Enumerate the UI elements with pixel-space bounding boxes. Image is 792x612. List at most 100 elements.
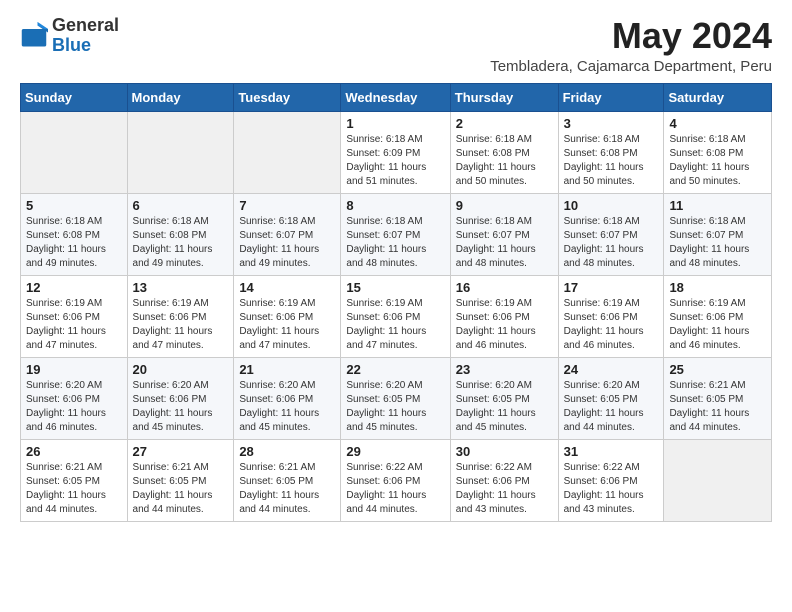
- day-info: Sunrise: 6:18 AM Sunset: 6:08 PM Dayligh…: [669, 133, 766, 189]
- calendar-cell: 1 Sunrise: 6:18 AM Sunset: 6:09 PM Daylig…: [341, 111, 450, 193]
- calendar-cell: 28 Sunrise: 6:21 AM Sunset: 6:05 PM Dayli…: [234, 439, 341, 521]
- calendar-cell: 5 Sunrise: 6:18 AM Sunset: 6:08 PM Daylig…: [21, 193, 128, 275]
- calendar-week-5: 26 Sunrise: 6:21 AM Sunset: 6:05 PM Dayli…: [21, 439, 772, 521]
- calendar-cell: 7Sunrise: 6:18 AM Sunset: 6:07 PM Daylig…: [234, 193, 341, 275]
- day-number: 12: [26, 280, 122, 295]
- calendar-cell: 23Sunrise: 6:20 AM Sunset: 6:05 PM Dayli…: [450, 357, 558, 439]
- calendar-cell: 26 Sunrise: 6:21 AM Sunset: 6:05 PM Dayli…: [21, 439, 128, 521]
- day-number: 7: [239, 198, 335, 213]
- day-number: 9: [456, 198, 553, 213]
- day-number: 16: [456, 280, 553, 295]
- day-number: 10: [564, 198, 659, 213]
- day-info: Sunrise: 6:19 AM Sunset: 6:06 PM Dayligh…: [239, 297, 335, 353]
- calendar-week-1: 1 Sunrise: 6:18 AM Sunset: 6:09 PM Daylig…: [21, 111, 772, 193]
- weekday-header-friday: Friday: [558, 83, 664, 111]
- weekday-header-saturday: Saturday: [664, 83, 772, 111]
- calendar-cell: [127, 111, 234, 193]
- day-info: Sunrise: 6:19 AM Sunset: 6:06 PM Dayligh…: [456, 297, 553, 353]
- weekday-header-sunday: Sunday: [21, 83, 128, 111]
- weekday-header-monday: Monday: [127, 83, 234, 111]
- day-info: Sunrise: 6:19 AM Sunset: 6:06 PM Dayligh…: [564, 297, 659, 353]
- day-number: 11: [669, 198, 766, 213]
- weekday-header-thursday: Thursday: [450, 83, 558, 111]
- day-number: 14: [239, 280, 335, 295]
- day-info: Sunrise: 6:19 AM Sunset: 6:06 PM Dayligh…: [26, 297, 122, 353]
- day-info: Sunrise: 6:22 AM Sunset: 6:06 PM Dayligh…: [564, 461, 659, 517]
- day-number: 15: [346, 280, 444, 295]
- day-info: Sunrise: 6:18 AM Sunset: 6:07 PM Dayligh…: [456, 215, 553, 271]
- day-number: 30: [456, 444, 553, 459]
- day-number: 4: [669, 116, 766, 131]
- day-info: Sunrise: 6:19 AM Sunset: 6:06 PM Dayligh…: [346, 297, 444, 353]
- day-number: 19: [26, 362, 122, 377]
- day-number: 29: [346, 444, 444, 459]
- day-number: 28: [239, 444, 335, 459]
- calendar-cell: 14 Sunrise: 6:19 AM Sunset: 6:06 PM Dayli…: [234, 275, 341, 357]
- day-number: 3: [564, 116, 659, 131]
- weekday-header-wednesday: Wednesday: [341, 83, 450, 111]
- calendar-cell: 8 Sunrise: 6:18 AM Sunset: 6:07 PM Daylig…: [341, 193, 450, 275]
- day-number: 2: [456, 116, 553, 131]
- day-info: Sunrise: 6:21 AM Sunset: 6:05 PM Dayligh…: [669, 379, 766, 435]
- day-number: 26: [26, 444, 122, 459]
- day-info: Sunrise: 6:18 AM Sunset: 6:07 PM Dayligh…: [346, 215, 444, 271]
- calendar-cell: 2Sunrise: 6:18 AM Sunset: 6:08 PM Daylig…: [450, 111, 558, 193]
- day-number: 17: [564, 280, 659, 295]
- calendar-cell: 31 Sunrise: 6:22 AM Sunset: 6:06 PM Dayli…: [558, 439, 664, 521]
- calendar-cell: 10Sunrise: 6:18 AM Sunset: 6:07 PM Dayli…: [558, 193, 664, 275]
- day-info: Sunrise: 6:18 AM Sunset: 6:08 PM Dayligh…: [133, 215, 229, 271]
- calendar-cell: 20Sunrise: 6:20 AM Sunset: 6:06 PM Dayli…: [127, 357, 234, 439]
- day-info: Sunrise: 6:19 AM Sunset: 6:06 PM Dayligh…: [133, 297, 229, 353]
- calendar-week-2: 5 Sunrise: 6:18 AM Sunset: 6:08 PM Daylig…: [21, 193, 772, 275]
- day-number: 5: [26, 198, 122, 213]
- calendar-cell: 27Sunrise: 6:21 AM Sunset: 6:05 PM Dayli…: [127, 439, 234, 521]
- calendar-cell: 15 Sunrise: 6:19 AM Sunset: 6:06 PM Dayli…: [341, 275, 450, 357]
- day-info: Sunrise: 6:18 AM Sunset: 6:09 PM Dayligh…: [346, 133, 444, 189]
- calendar-cell: 16 Sunrise: 6:19 AM Sunset: 6:06 PM Dayli…: [450, 275, 558, 357]
- calendar-cell: [664, 439, 772, 521]
- calendar-cell: 25 Sunrise: 6:21 AM Sunset: 6:05 PM Dayli…: [664, 357, 772, 439]
- day-info: Sunrise: 6:20 AM Sunset: 6:05 PM Dayligh…: [564, 379, 659, 435]
- day-info: Sunrise: 6:20 AM Sunset: 6:05 PM Dayligh…: [456, 379, 553, 435]
- logo-blue-text: Blue: [52, 36, 119, 56]
- day-number: 6: [133, 198, 229, 213]
- day-info: Sunrise: 6:18 AM Sunset: 6:07 PM Dayligh…: [669, 215, 766, 271]
- calendar-cell: 3Sunrise: 6:18 AM Sunset: 6:08 PM Daylig…: [558, 111, 664, 193]
- day-number: 24: [564, 362, 659, 377]
- day-info: Sunrise: 6:22 AM Sunset: 6:06 PM Dayligh…: [456, 461, 553, 517]
- day-info: Sunrise: 6:19 AM Sunset: 6:06 PM Dayligh…: [669, 297, 766, 353]
- logo-icon: [20, 22, 48, 50]
- day-number: 25: [669, 362, 766, 377]
- calendar-table: SundayMondayTuesdayWednesdayThursdayFrid…: [20, 83, 772, 522]
- calendar-cell: 30 Sunrise: 6:22 AM Sunset: 6:06 PM Dayli…: [450, 439, 558, 521]
- day-info: Sunrise: 6:21 AM Sunset: 6:05 PM Dayligh…: [239, 461, 335, 517]
- day-number: 8: [346, 198, 444, 213]
- day-number: 20: [133, 362, 229, 377]
- calendar-cell: 21Sunrise: 6:20 AM Sunset: 6:06 PM Dayli…: [234, 357, 341, 439]
- calendar-cell: 22Sunrise: 6:20 AM Sunset: 6:05 PM Dayli…: [341, 357, 450, 439]
- logo: General Blue: [20, 16, 119, 56]
- calendar-cell: 18 Sunrise: 6:19 AM Sunset: 6:06 PM Dayli…: [664, 275, 772, 357]
- day-number: 27: [133, 444, 229, 459]
- weekday-header-tuesday: Tuesday: [234, 83, 341, 111]
- day-number: 31: [564, 444, 659, 459]
- weekday-header-row: SundayMondayTuesdayWednesdayThursdayFrid…: [21, 83, 772, 111]
- day-number: 18: [669, 280, 766, 295]
- title-block: May 2024 Tembladera, Cajamarca Departmen…: [490, 16, 772, 75]
- calendar-cell: 9 Sunrise: 6:18 AM Sunset: 6:07 PM Daylig…: [450, 193, 558, 275]
- calendar-cell: 11 Sunrise: 6:18 AM Sunset: 6:07 PM Dayli…: [664, 193, 772, 275]
- day-info: Sunrise: 6:18 AM Sunset: 6:08 PM Dayligh…: [26, 215, 122, 271]
- day-info: Sunrise: 6:20 AM Sunset: 6:06 PM Dayligh…: [26, 379, 122, 435]
- page-header: General Blue May 2024 Tembladera, Cajama…: [20, 16, 772, 75]
- calendar-cell: 24 Sunrise: 6:20 AM Sunset: 6:05 PM Dayli…: [558, 357, 664, 439]
- location-title: Tembladera, Cajamarca Department, Peru: [490, 58, 772, 75]
- calendar-cell: 17 Sunrise: 6:19 AM Sunset: 6:06 PM Dayli…: [558, 275, 664, 357]
- day-info: Sunrise: 6:20 AM Sunset: 6:05 PM Dayligh…: [346, 379, 444, 435]
- day-info: Sunrise: 6:21 AM Sunset: 6:05 PM Dayligh…: [26, 461, 122, 517]
- day-number: 1: [346, 116, 444, 131]
- calendar-cell: 13 Sunrise: 6:19 AM Sunset: 6:06 PM Dayli…: [127, 275, 234, 357]
- day-number: 13: [133, 280, 229, 295]
- logo-general-text: General: [52, 16, 119, 36]
- calendar-cell: 29 Sunrise: 6:22 AM Sunset: 6:06 PM Dayli…: [341, 439, 450, 521]
- day-info: Sunrise: 6:22 AM Sunset: 6:06 PM Dayligh…: [346, 461, 444, 517]
